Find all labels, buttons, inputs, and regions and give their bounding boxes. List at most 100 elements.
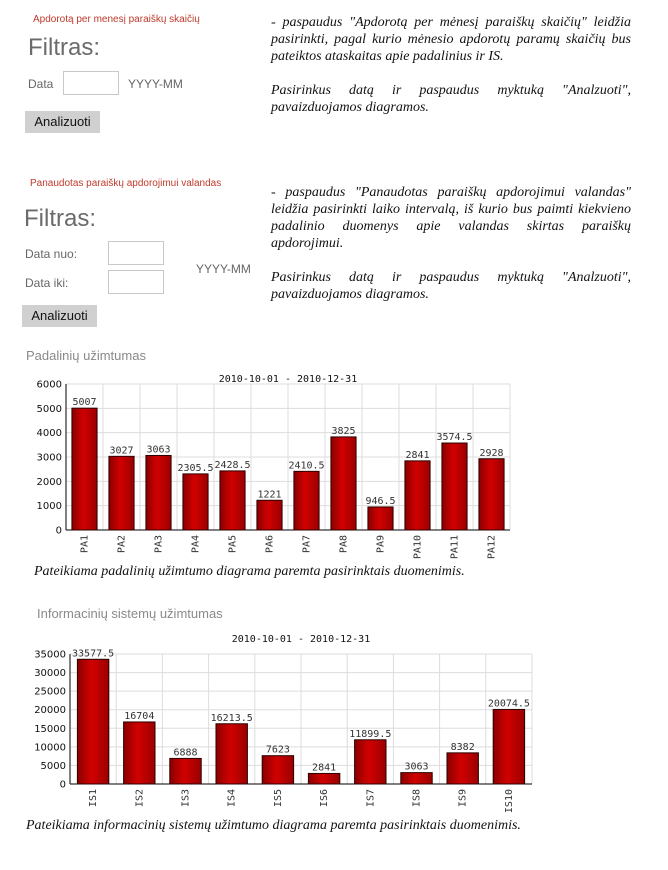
chart2-category-label: IS1 — [88, 789, 99, 807]
chart2-bar — [123, 721, 156, 785]
chart1-data-label: 3063 — [146, 444, 170, 455]
chart2-ytick-label: 25000 — [34, 687, 66, 698]
chart2-data-label: 16213.5 — [211, 713, 253, 724]
chart1-category-label: PA1 — [80, 535, 91, 553]
section2-description: - paspaudus "Panaudotas paraiškų apdoroj… — [271, 184, 631, 320]
section2-desc-p2: Pasirinkus datą ir paspaudus myktuką "An… — [271, 270, 631, 302]
chart1-ytick-label: 2000 — [37, 477, 62, 488]
chart2-category-label: IS6 — [319, 789, 330, 807]
section1-data-label: Data — [28, 77, 54, 91]
chart2-caption: Pateikiama informacinių sistemų užimtumo… — [26, 818, 521, 833]
chart2-data-label: 11899.5 — [349, 729, 391, 740]
chart2-ytick-label: 35000 — [34, 650, 66, 661]
chart2-bar — [446, 752, 479, 785]
chart1-title: 2010-10-01 - 2010-12-31 — [219, 374, 357, 385]
chart2-bar — [354, 739, 387, 785]
chart1-data-label: 2841 — [405, 450, 429, 461]
chart2-category-label: IS9 — [458, 789, 469, 807]
chart1-data-label: 1221 — [257, 489, 281, 500]
section2-to-label: Data iki: — [25, 276, 69, 290]
chart1-bar — [108, 455, 135, 531]
chart1-caption: Pateikiama padalinių užimtumo diagrama p… — [34, 564, 465, 579]
chart1-bar — [256, 499, 283, 531]
chart2-ytick-label: 5000 — [41, 761, 66, 772]
chart2-title: 2010-10-01 - 2010-12-31 — [232, 634, 370, 645]
chart2-ytick-label: 30000 — [34, 668, 66, 679]
chart1-svg: 2010-10-01 - 2010-12-31 0 1000 2000 3000 4000… — [37, 374, 511, 559]
chart2-category-label: IS4 — [227, 789, 238, 807]
chart1-bar — [330, 436, 357, 531]
section1-date-input[interactable] — [63, 71, 119, 95]
chart2-bar — [400, 772, 433, 785]
chart2-category-label: IS7 — [365, 789, 376, 807]
chart1-data-label: 5007 — [72, 397, 96, 408]
chart1-data-label: 3825 — [331, 426, 355, 437]
section1-format-hint: YYYY-MM — [128, 77, 183, 91]
section2-to-input[interactable] — [108, 270, 164, 294]
chart2-ytick-label: 15000 — [34, 724, 66, 735]
chart1-data-label: 3027 — [109, 445, 133, 456]
chart1-data-label: 3574.5 — [436, 432, 472, 443]
section2-title: Panaudotas paraiškų apdorojimui valandas — [30, 178, 222, 189]
chart1-bar — [367, 506, 394, 531]
chart1-bar — [404, 460, 431, 531]
chart1-ytick-label: 0 — [56, 526, 62, 537]
chart2-data-label: 6888 — [173, 747, 197, 758]
chart2-ytick-label: 0 — [60, 780, 66, 791]
chart1-category-label: PA10 — [413, 535, 424, 559]
chart1-bar — [293, 470, 320, 531]
chart2-ytick-label: 10000 — [34, 742, 66, 753]
section2-from-input[interactable] — [108, 241, 164, 265]
chart2-bar — [169, 757, 202, 785]
chart2-data-label: 3063 — [404, 762, 428, 773]
chart1-data-label: 2305.5 — [177, 463, 213, 474]
chart2-heading: Informacinių sistemų užimtumas — [37, 606, 223, 621]
chart2-bar — [215, 723, 248, 785]
chart2-bar — [307, 772, 341, 785]
section2-filter-heading: Filtras: — [24, 205, 96, 232]
chart1-ytick-label: 6000 — [37, 380, 62, 391]
chart2-data-label: 20074.5 — [488, 698, 530, 709]
section2-from-label: Data nuo: — [25, 247, 78, 261]
chart1-ytick-label: 1000 — [37, 501, 62, 512]
chart2-category-label: IS2 — [134, 789, 145, 807]
chart1-category-label: PA6 — [265, 535, 276, 553]
chart1-ytick-label: 4000 — [37, 428, 62, 439]
chart2-category-label: IS8 — [412, 789, 423, 807]
chart2-svg: 2010-10-01 - 2010-12-31 0 5000 10000 15000 20… — [34, 634, 533, 813]
chart1-category-label: PA12 — [487, 535, 498, 559]
chart1-bar — [219, 470, 246, 531]
chart1-data-label: 2428.5 — [214, 460, 250, 471]
chart1-bar — [182, 473, 209, 531]
chart2-data-label: 16704 — [124, 711, 154, 722]
section1-description: - paspaudus "Apdorotą per mėnesį paraišk… — [271, 14, 631, 133]
section2-analyze-button[interactable]: Analizuoti — [22, 305, 97, 327]
chart1-bar — [478, 458, 505, 531]
section2-desc-p1: - paspaudus "Panaudotas paraiškų apdoroj… — [271, 185, 631, 251]
chart2-category-label: IS3 — [181, 789, 192, 807]
section1-analyze-button[interactable]: Analizuoti — [25, 111, 100, 133]
chart1-category-label: PA11 — [450, 535, 461, 559]
chart1-category-label: PA9 — [376, 535, 387, 553]
chart1-category-label: PA4 — [191, 535, 202, 553]
chart2-data-label: 7623 — [266, 745, 290, 756]
chart1-ytick-label: 3000 — [37, 453, 62, 464]
chart1-data-label: 2410.5 — [288, 460, 324, 471]
section1-filter-heading: Filtras: — [28, 34, 100, 61]
chart2-data-label: 33577.5 — [72, 648, 114, 659]
chart1-heading: Padalinių užimtumas — [26, 348, 146, 363]
chart2-data-label: 8382 — [451, 742, 475, 753]
chart2-bar — [261, 755, 295, 785]
chart1-category-label: PA5 — [228, 535, 239, 553]
chart1-category-label: PA2 — [117, 535, 128, 553]
chart1-bar — [71, 407, 98, 531]
chart1-data-label: 2928 — [479, 448, 503, 459]
section2-format-hint: YYYY-MM — [196, 262, 251, 276]
section1-desc-p2: Pasirinkus datą ir paspaudus myktuką "An… — [271, 83, 631, 115]
chart2-bar — [76, 658, 110, 785]
chart1-category-label: PA8 — [339, 535, 350, 553]
chart1-data-label: 946.5 — [365, 496, 395, 507]
chart2-bar — [492, 708, 526, 785]
chart1-category-label: PA3 — [154, 535, 165, 553]
chart1-category-label: PA7 — [302, 535, 313, 553]
